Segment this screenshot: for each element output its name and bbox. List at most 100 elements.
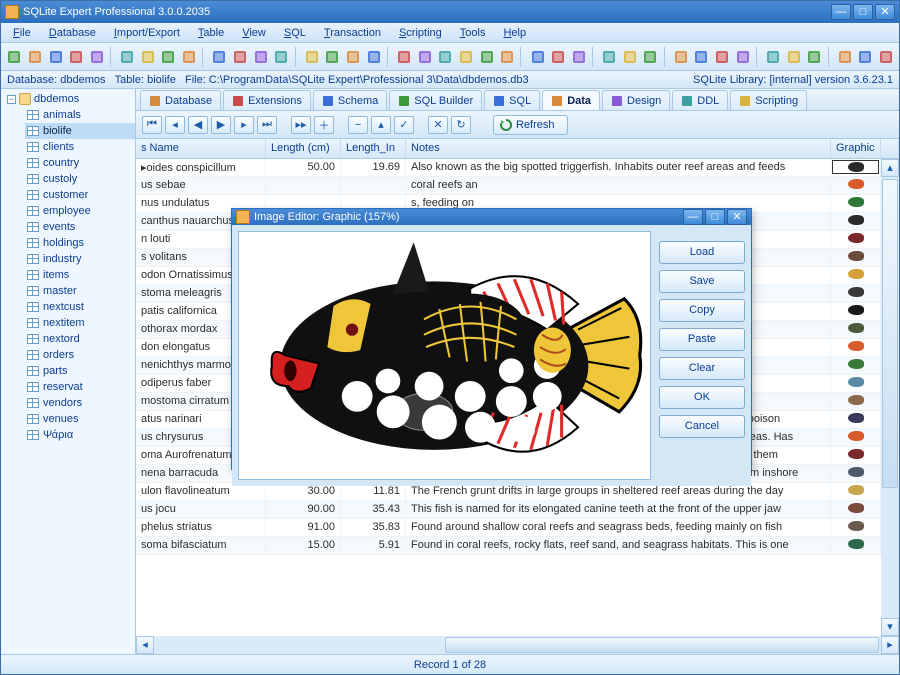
tree-table-employee[interactable]: employee: [25, 203, 135, 219]
scroll-left-icon[interactable]: ◂: [136, 636, 154, 654]
horizontal-scrollbar[interactable]: ◂ ▸: [136, 636, 899, 654]
toolbar-button[interactable]: [671, 47, 690, 67]
nav-button-8[interactable]: −: [348, 116, 368, 134]
nav-button-2[interactable]: ◀: [188, 116, 208, 134]
cell-graphic[interactable]: [831, 357, 881, 374]
tree-table-vendors[interactable]: vendors: [25, 395, 135, 411]
tree-table-custoly[interactable]: custoly: [25, 171, 135, 187]
tab-extensions[interactable]: Extensions: [223, 90, 311, 110]
toolbar-button[interactable]: [784, 47, 803, 67]
toolbar-button[interactable]: [528, 47, 547, 67]
toolbar-button[interactable]: [713, 47, 732, 67]
dialog-save-button[interactable]: Save: [659, 270, 745, 293]
toolbar-button[interactable]: [835, 47, 854, 67]
nav-button-5[interactable]: ⏭: [257, 116, 277, 134]
toolbar-button[interactable]: [26, 47, 45, 67]
tree-table-parts[interactable]: parts: [25, 363, 135, 379]
cell-graphic[interactable]: [831, 177, 881, 194]
column-header-length[interactable]: Length (cm): [266, 139, 341, 158]
tree-table-orders[interactable]: orders: [25, 347, 135, 363]
toolbar-button[interactable]: [180, 47, 199, 67]
tab-sql[interactable]: SQL: [484, 90, 540, 110]
toolbar-button[interactable]: [764, 47, 783, 67]
nav-button-0[interactable]: ⏮: [142, 116, 162, 134]
column-header-graphic[interactable]: Graphic: [831, 139, 881, 158]
toolbar-button[interactable]: [856, 47, 875, 67]
table-row[interactable]: phelus striatus91.0035.83Found around sh…: [136, 519, 899, 537]
table-row[interactable]: soma bifasciatum15.005.91Found in coral …: [136, 537, 899, 555]
toolbar-button[interactable]: [88, 47, 107, 67]
menu-view[interactable]: View: [234, 25, 274, 41]
maximize-button[interactable]: □: [853, 4, 873, 20]
cell-graphic[interactable]: [831, 375, 881, 392]
dialog-ok-button[interactable]: OK: [659, 386, 745, 409]
dialog-copy-button[interactable]: Copy: [659, 299, 745, 322]
tree-table-nextord[interactable]: nextord: [25, 331, 135, 347]
toolbar-button[interactable]: [139, 47, 158, 67]
toolbar-button[interactable]: [395, 47, 414, 67]
toolbar-button[interactable]: [805, 47, 824, 67]
menu-sql[interactable]: SQL: [276, 25, 314, 41]
nav-button-10[interactable]: ✓: [394, 116, 414, 134]
tab-design[interactable]: Design: [602, 90, 670, 110]
cell-graphic[interactable]: [831, 447, 881, 464]
toolbar-button[interactable]: [620, 47, 639, 67]
cell-graphic[interactable]: [831, 501, 881, 518]
vertical-scrollbar[interactable]: ▴ ▾: [881, 159, 899, 636]
cell-graphic[interactable]: [831, 231, 881, 248]
menu-tools[interactable]: Tools: [452, 25, 494, 41]
cell-graphic[interactable]: [831, 267, 881, 284]
menu-scripting[interactable]: Scripting: [391, 25, 450, 41]
toolbar-button[interactable]: [231, 47, 250, 67]
toolbar-button[interactable]: [272, 47, 291, 67]
scroll-down-icon[interactable]: ▾: [881, 618, 899, 636]
toolbar-button[interactable]: [251, 47, 270, 67]
menu-file[interactable]: File: [5, 25, 39, 41]
tree-table-items[interactable]: items: [25, 267, 135, 283]
tree-table-biolife[interactable]: biolife: [25, 123, 135, 139]
nav-button-11[interactable]: ✕: [428, 116, 448, 134]
tree-table-industry[interactable]: industry: [25, 251, 135, 267]
cell-graphic[interactable]: [831, 483, 881, 500]
dialog-close-button[interactable]: ✕: [727, 209, 747, 225]
table-row[interactable]: ▸oides conspicillum50.0019.69Also known …: [136, 159, 899, 177]
menu-transaction[interactable]: Transaction: [316, 25, 389, 41]
toolbar-button[interactable]: [457, 47, 476, 67]
tree-table-customer[interactable]: customer: [25, 187, 135, 203]
toolbar-button[interactable]: [733, 47, 752, 67]
dialog-maximize-button[interactable]: □: [705, 209, 725, 225]
column-header-name[interactable]: s Name: [136, 139, 266, 158]
menu-database[interactable]: Database: [41, 25, 104, 41]
table-row[interactable]: us sebaecoral reefs an: [136, 177, 899, 195]
cell-graphic[interactable]: [831, 339, 881, 356]
toolbar-button[interactable]: [436, 47, 455, 67]
toolbar-button[interactable]: [477, 47, 496, 67]
tree-table-venues[interactable]: venues: [25, 411, 135, 427]
toolbar-button[interactable]: [323, 47, 342, 67]
scroll-right-icon[interactable]: ▸: [881, 636, 899, 654]
tree-table-nextitem[interactable]: nextitem: [25, 315, 135, 331]
close-button[interactable]: ✕: [875, 4, 895, 20]
toolbar-button[interactable]: [46, 47, 65, 67]
menu-help[interactable]: Help: [495, 25, 534, 41]
dialog-cancel-button[interactable]: Cancel: [659, 415, 745, 438]
nav-button-1[interactable]: ◂: [165, 116, 185, 134]
tab-scripting[interactable]: Scripting: [730, 90, 807, 110]
table-row[interactable]: ulon flavolineatum30.0011.81The French g…: [136, 483, 899, 501]
tree-table-events[interactable]: events: [25, 219, 135, 235]
toolbar-button[interactable]: [569, 47, 588, 67]
cell-graphic[interactable]: [831, 393, 881, 410]
nav-button-9[interactable]: ▴: [371, 116, 391, 134]
cell-graphic[interactable]: [831, 465, 881, 482]
toolbar-button[interactable]: [600, 47, 619, 67]
dialog-paste-button[interactable]: Paste: [659, 328, 745, 351]
cell-graphic[interactable]: [831, 429, 881, 446]
tree-table-holdings[interactable]: holdings: [25, 235, 135, 251]
toolbar-button[interactable]: [692, 47, 711, 67]
column-header-length-in[interactable]: Length_In: [341, 139, 406, 158]
cell-graphic[interactable]: [831, 303, 881, 320]
nav-button-7[interactable]: ＋: [314, 116, 334, 134]
tree-table-Ψάρια[interactable]: Ψάρια: [25, 427, 135, 443]
scroll-track[interactable]: [154, 636, 881, 654]
nav-button-3[interactable]: ▶: [211, 116, 231, 134]
